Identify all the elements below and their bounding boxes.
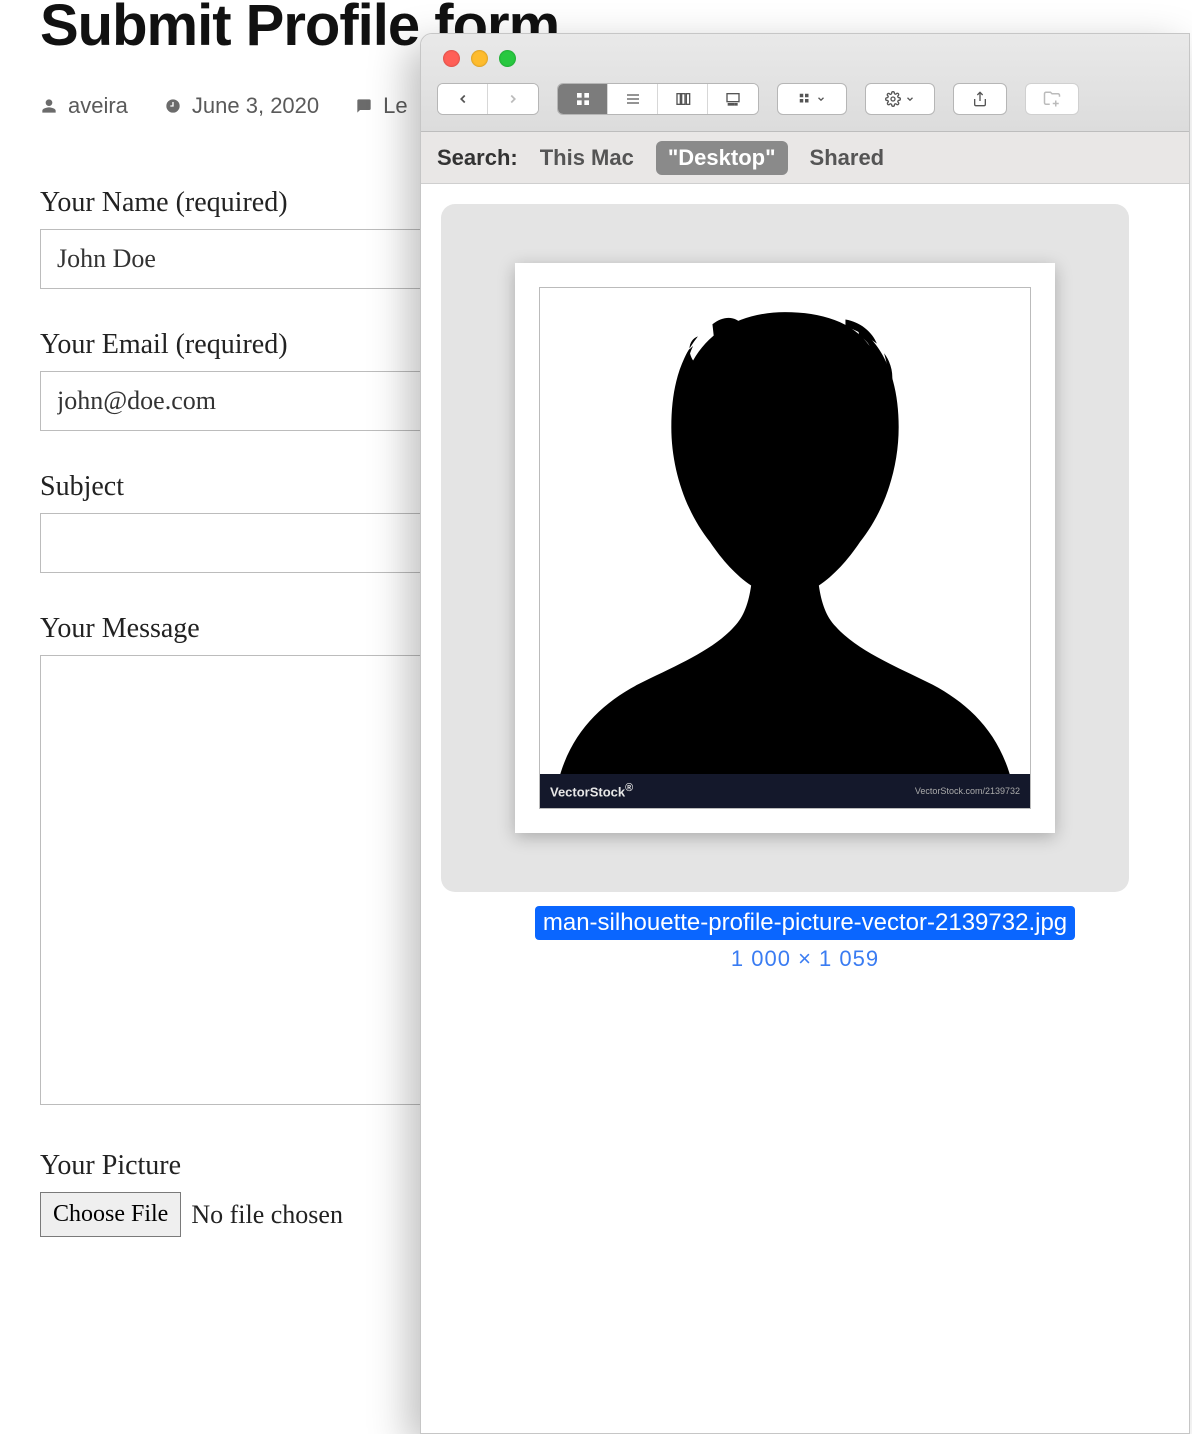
file-thumbnail[interactable]: VectorStock® VectorStock.com/2139732	[441, 204, 1129, 892]
window-controls	[443, 46, 1173, 67]
scope-this-mac[interactable]: This Mac	[540, 145, 634, 171]
forward-button[interactable]	[488, 84, 538, 114]
comments-label: Le	[383, 93, 407, 119]
clock-icon	[164, 97, 182, 115]
back-button[interactable]	[438, 84, 488, 114]
comment-icon	[355, 97, 373, 115]
file-preview-frame: VectorStock® VectorStock.com/2139732	[515, 263, 1055, 833]
file-dimensions: 1 000 × 1 059	[441, 946, 1169, 972]
folder-plus-icon	[1043, 90, 1061, 108]
gear-icon	[885, 91, 901, 107]
group-by-button[interactable]	[777, 83, 847, 115]
finder-titlebar[interactable]	[421, 34, 1189, 132]
no-file-chosen-label: No file chosen	[191, 1200, 343, 1230]
choose-file-button[interactable]: Choose File	[40, 1192, 181, 1237]
gallery-view-button[interactable]	[708, 84, 758, 114]
filename-row: man-silhouette-profile-picture-vector-21…	[441, 906, 1169, 940]
post-date: June 3, 2020	[192, 93, 319, 119]
action-menu-button[interactable]	[865, 83, 935, 115]
finder-content[interactable]: VectorStock® VectorStock.com/2139732 man…	[421, 184, 1189, 992]
chevron-down-icon	[816, 94, 826, 104]
search-label: Search:	[437, 145, 518, 171]
chevron-down-icon	[905, 94, 915, 104]
list-view-button[interactable]	[608, 84, 658, 114]
share-button[interactable]	[953, 83, 1007, 115]
finder-window: Search: This Mac "Desktop" Shared Vector…	[420, 33, 1190, 1434]
silhouette-icon	[540, 288, 1030, 808]
scope-shared[interactable]: Shared	[810, 145, 885, 171]
icon-view-button[interactable]	[558, 84, 608, 114]
nav-buttons	[437, 83, 539, 115]
view-mode-buttons	[557, 83, 759, 115]
author-meta[interactable]: aveira	[40, 93, 128, 119]
date-meta[interactable]: June 3, 2020	[164, 93, 319, 119]
author-name: aveira	[68, 93, 128, 119]
new-folder-button[interactable]	[1025, 83, 1079, 115]
scope-desktop[interactable]: "Desktop"	[656, 141, 788, 175]
selected-filename[interactable]: man-silhouette-profile-picture-vector-21…	[535, 906, 1075, 940]
image-preview: VectorStock® VectorStock.com/2139732	[539, 287, 1031, 809]
watermark-bar: VectorStock® VectorStock.com/2139732	[540, 774, 1030, 808]
comments-meta[interactable]: Le	[355, 93, 407, 119]
minimize-window-button[interactable]	[471, 50, 488, 67]
watermark-brand: VectorStock®	[550, 782, 633, 799]
close-window-button[interactable]	[443, 50, 460, 67]
column-view-button[interactable]	[658, 84, 708, 114]
watermark-attribution: VectorStock.com/2139732	[915, 786, 1020, 796]
maximize-window-button[interactable]	[499, 50, 516, 67]
finder-toolbar	[437, 83, 1173, 115]
finder-scope-bar: Search: This Mac "Desktop" Shared	[421, 132, 1189, 184]
share-icon	[972, 91, 988, 107]
person-icon	[40, 97, 58, 115]
